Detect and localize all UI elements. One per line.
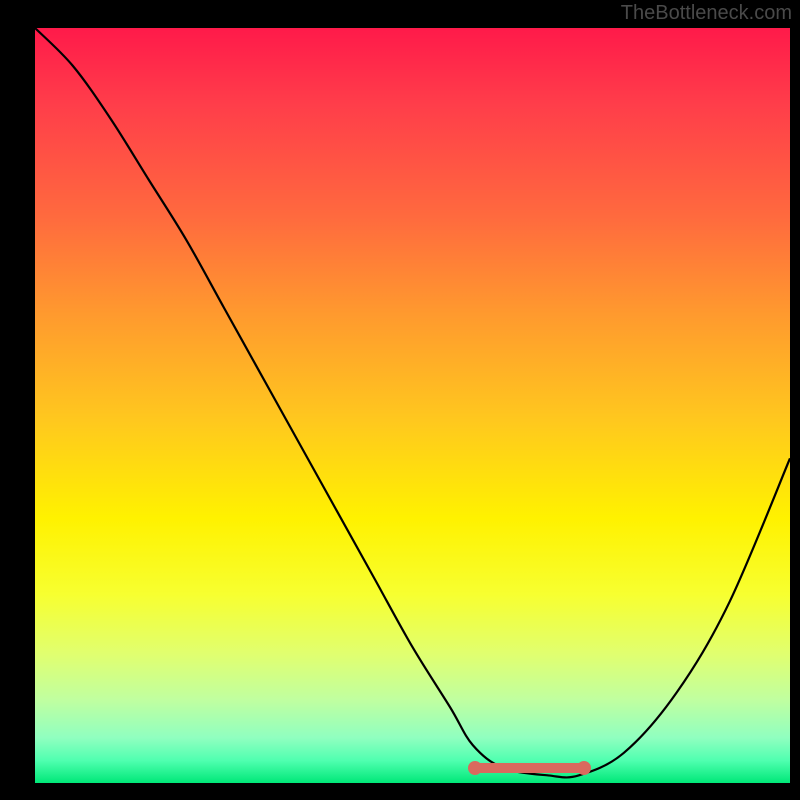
optimal-range-end-dot	[577, 761, 591, 775]
plot-area	[35, 28, 790, 783]
optimal-range-start-dot	[468, 761, 482, 775]
watermark-text: TheBottleneck.com	[621, 2, 792, 25]
bottleneck-curve	[35, 28, 790, 783]
optimal-range-marker	[473, 763, 586, 773]
